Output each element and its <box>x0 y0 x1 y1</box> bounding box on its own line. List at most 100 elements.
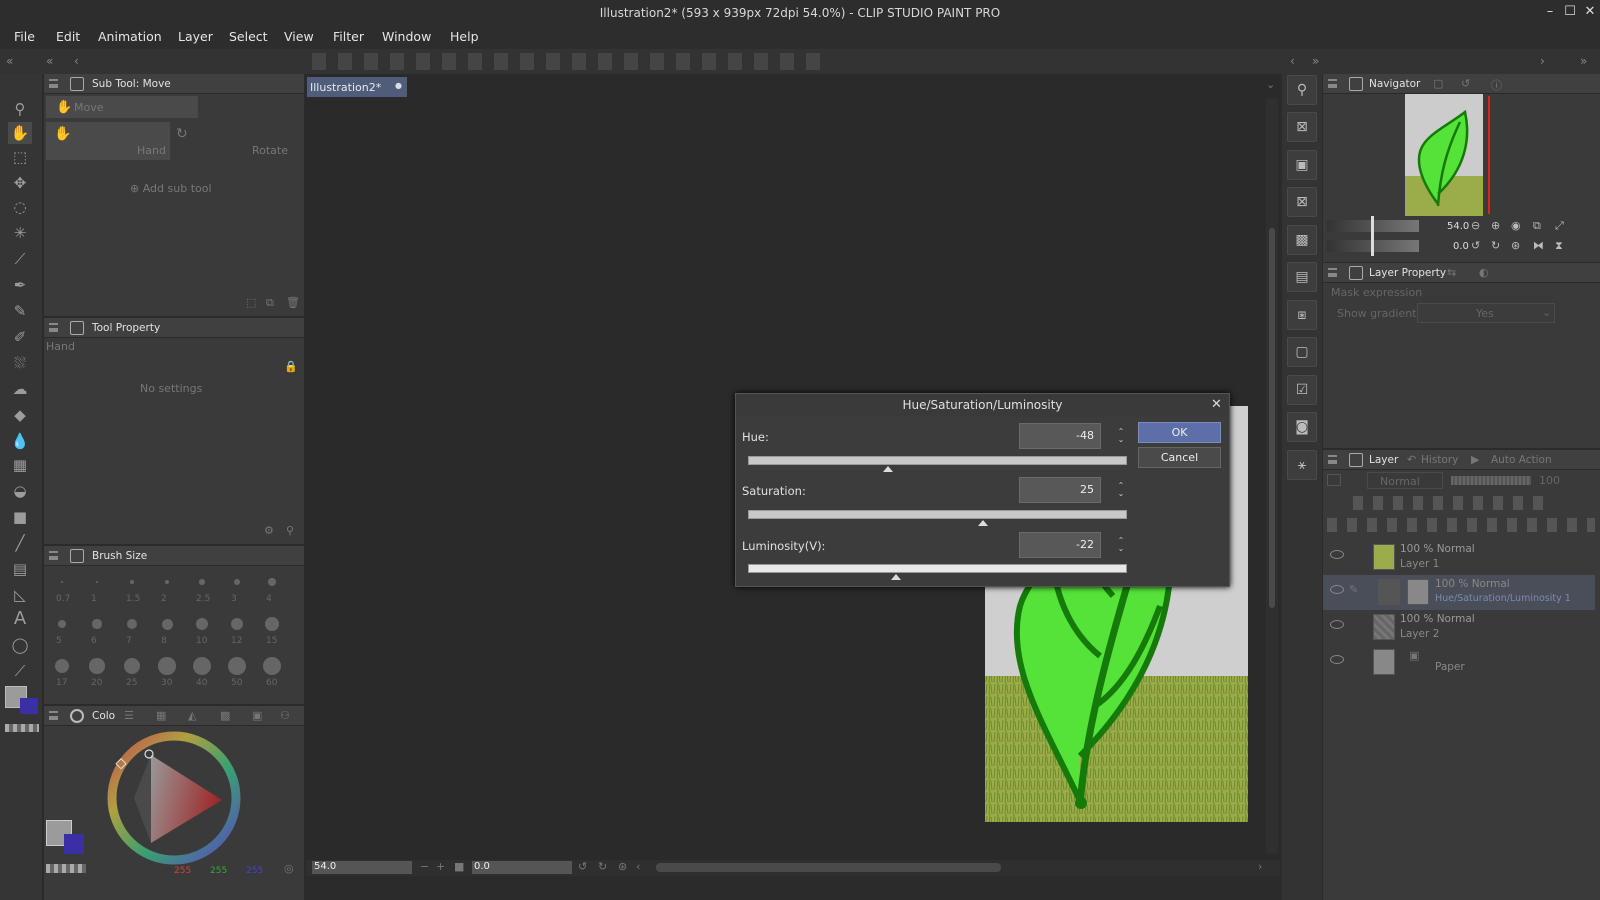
menu-select[interactable]: Select <box>229 29 268 44</box>
material-check-icon[interactable]: ☑ <box>1287 375 1317 405</box>
brush-size-dot[interactable] <box>199 579 205 585</box>
layer-row-layer-1[interactable]: 100 % Normal Layer 1 <box>1323 540 1595 575</box>
decoration-tool-icon[interactable]: ☁ <box>8 378 32 400</box>
rotate-left-icon[interactable]: ↺ <box>1471 239 1480 252</box>
search-icon[interactable]: ⚲ <box>286 524 294 537</box>
close-button[interactable]: ✕ <box>1582 4 1598 20</box>
material-frame-icon[interactable]: ▢ <box>1287 337 1317 367</box>
layer-row-hsl-1[interactable]: ✎ 100 % Normal Hue/Saturation/Luminosity… <box>1323 575 1595 610</box>
eyedropper-icon[interactable]: ⟋ <box>8 248 32 270</box>
zoom-tool-icon[interactable]: ⚲ <box>8 98 32 120</box>
add-sub-tool-button[interactable]: ⊕ Add sub tool <box>130 182 212 195</box>
sub-color-swatch[interactable] <box>20 698 38 714</box>
auto-action-tab[interactable]: Auto Action <box>1491 454 1552 466</box>
panel-menu-icon[interactable] <box>49 711 58 720</box>
brush-size-dot[interactable] <box>230 617 244 631</box>
luminosity-slider[interactable] <box>748 564 1127 573</box>
visibility-eye-icon[interactable] <box>1330 585 1344 594</box>
opacity-slider[interactable] <box>1451 476 1531 485</box>
brush-size-dot[interactable] <box>57 619 67 629</box>
fit-icon[interactable]: ■ <box>454 860 464 873</box>
approximate-color-tab-icon[interactable]: ▩ <box>220 709 230 722</box>
blend-mode-select[interactable]: Normal <box>1367 472 1443 489</box>
visibility-eye-icon[interactable] <box>1330 655 1344 664</box>
copy-icon[interactable]: ⬚ <box>246 296 256 309</box>
actual-size-icon[interactable]: ◉ <box>1511 219 1521 232</box>
zoom-in-icon[interactable]: + <box>436 860 445 873</box>
menu-animation[interactable]: Animation <box>98 29 162 44</box>
reset-rotation-icon[interactable]: ⊛ <box>618 860 627 873</box>
saturation-slider[interactable] <box>748 510 1127 519</box>
panel-menu-icon[interactable] <box>49 79 58 88</box>
magic-wand-icon[interactable]: ✳ <box>8 222 32 244</box>
brush-size-dot[interactable] <box>196 618 208 630</box>
menu-file[interactable]: File <box>14 29 35 44</box>
zoom-in-icon[interactable]: ⊕ <box>1491 219 1500 232</box>
material-pattern-icon[interactable]: ▩ <box>1287 225 1317 255</box>
dialog-close-icon[interactable]: ✕ <box>1211 397 1222 412</box>
brush-size-dot[interactable] <box>95 580 99 584</box>
blend-tool-icon[interactable]: 💧 <box>8 430 32 452</box>
zoom-slider-handle[interactable] <box>1371 216 1374 236</box>
fit-window-icon[interactable]: ⤢ <box>1555 219 1564 233</box>
rotate-right-icon[interactable]: ↻ <box>1491 239 1500 252</box>
brush-size-dot[interactable] <box>161 618 173 630</box>
layer-color-icon[interactable]: ◐ <box>1479 266 1489 279</box>
show-gradients-select[interactable]: Yes ⌄ <box>1417 303 1555 323</box>
gradient-tool-icon[interactable]: ■ <box>8 506 32 528</box>
duplicate-icon[interactable]: ⧉ <box>266 296 274 310</box>
airbrush-tool-icon[interactable]: ⛆ <box>8 352 32 374</box>
color-wheel[interactable] <box>104 728 244 868</box>
material-close-icon[interactable]: ⊠ <box>1287 187 1317 217</box>
panel-menu-icon[interactable] <box>1328 268 1337 277</box>
minimize-button[interactable]: – <box>1542 4 1558 20</box>
sub-view-icon[interactable]: ▢ <box>1433 77 1443 90</box>
vertical-scrollbar[interactable] <box>1266 98 1278 854</box>
material-camera-icon[interactable]: ◙ <box>1287 412 1317 442</box>
sub-tool-rotate[interactable]: ↻ Rotate <box>172 122 292 160</box>
transparent-color-swatch[interactable] <box>5 724 39 732</box>
scroll-left-icon[interactable]: ‹ <box>636 860 640 873</box>
visibility-eye-icon[interactable] <box>1330 550 1344 559</box>
chevron-left-icon[interactable]: ‹ <box>1290 54 1295 68</box>
hand-tool-icon[interactable]: ✋ <box>8 122 32 144</box>
collapse-icon[interactable]: « <box>46 54 53 68</box>
menu-layer[interactable]: Layer <box>178 29 213 44</box>
flip-horizontal-icon[interactable]: ⧓ <box>1533 239 1544 252</box>
collapse-left-icon[interactable]: « <box>6 54 13 68</box>
luminosity-slider-handle[interactable] <box>890 574 901 580</box>
rotate-left-icon[interactable]: ↺ <box>578 860 587 873</box>
chevron-right-icon[interactable]: › <box>1540 54 1545 68</box>
transparent-color-swatch[interactable] <box>46 864 86 873</box>
brush-size-dot[interactable] <box>89 658 105 674</box>
balloon-tool-icon[interactable]: ◯ <box>8 634 32 656</box>
zoom-out-icon[interactable]: ⊖ <box>1471 219 1480 232</box>
trash-icon[interactable]: 🗑 <box>286 296 300 309</box>
lock-icon[interactable]: 🔒 <box>284 360 298 373</box>
zoom-field[interactable]: 54.0 <box>312 861 412 874</box>
material-image-icon[interactable]: ▤ <box>1287 262 1317 292</box>
material-3d-icon[interactable]: ⧆ <box>1287 300 1317 330</box>
settings-icon[interactable]: ⚙ <box>264 524 274 537</box>
scroll-right-icon[interactable]: › <box>1258 860 1262 873</box>
ok-button[interactable]: OK <box>1138 422 1221 443</box>
flip-vertical-icon[interactable]: ⧗ <box>1555 239 1563 253</box>
hue-slider[interactable] <box>748 456 1127 465</box>
sub-tool-group-tab[interactable]: ✋ Move <box>46 96 198 118</box>
panel-menu-icon[interactable] <box>1328 455 1337 464</box>
layer-color-box[interactable] <box>1327 474 1341 486</box>
color-mode-icon[interactable]: ◎ <box>284 862 294 875</box>
canvas-tab[interactable]: Illustration2* ● <box>307 77 407 97</box>
layer-lock-icons[interactable] <box>1353 496 1553 510</box>
brush-size-dot[interactable] <box>164 579 170 585</box>
visibility-eye-icon[interactable] <box>1330 620 1344 629</box>
brush-size-dot[interactable] <box>268 578 276 586</box>
luminosity-input[interactable]: -22 <box>1019 532 1101 558</box>
panel-menu-icon[interactable] <box>49 551 58 560</box>
layer-search-icon[interactable]: ⇆ <box>1447 266 1456 279</box>
rotate-slider-handle[interactable] <box>1371 236 1374 256</box>
brush-size-dot[interactable] <box>228 657 246 675</box>
brush-size-dot[interactable] <box>193 657 211 675</box>
menu-window[interactable]: Window <box>382 29 431 44</box>
pen-tool-icon[interactable]: ✒ <box>8 274 32 296</box>
